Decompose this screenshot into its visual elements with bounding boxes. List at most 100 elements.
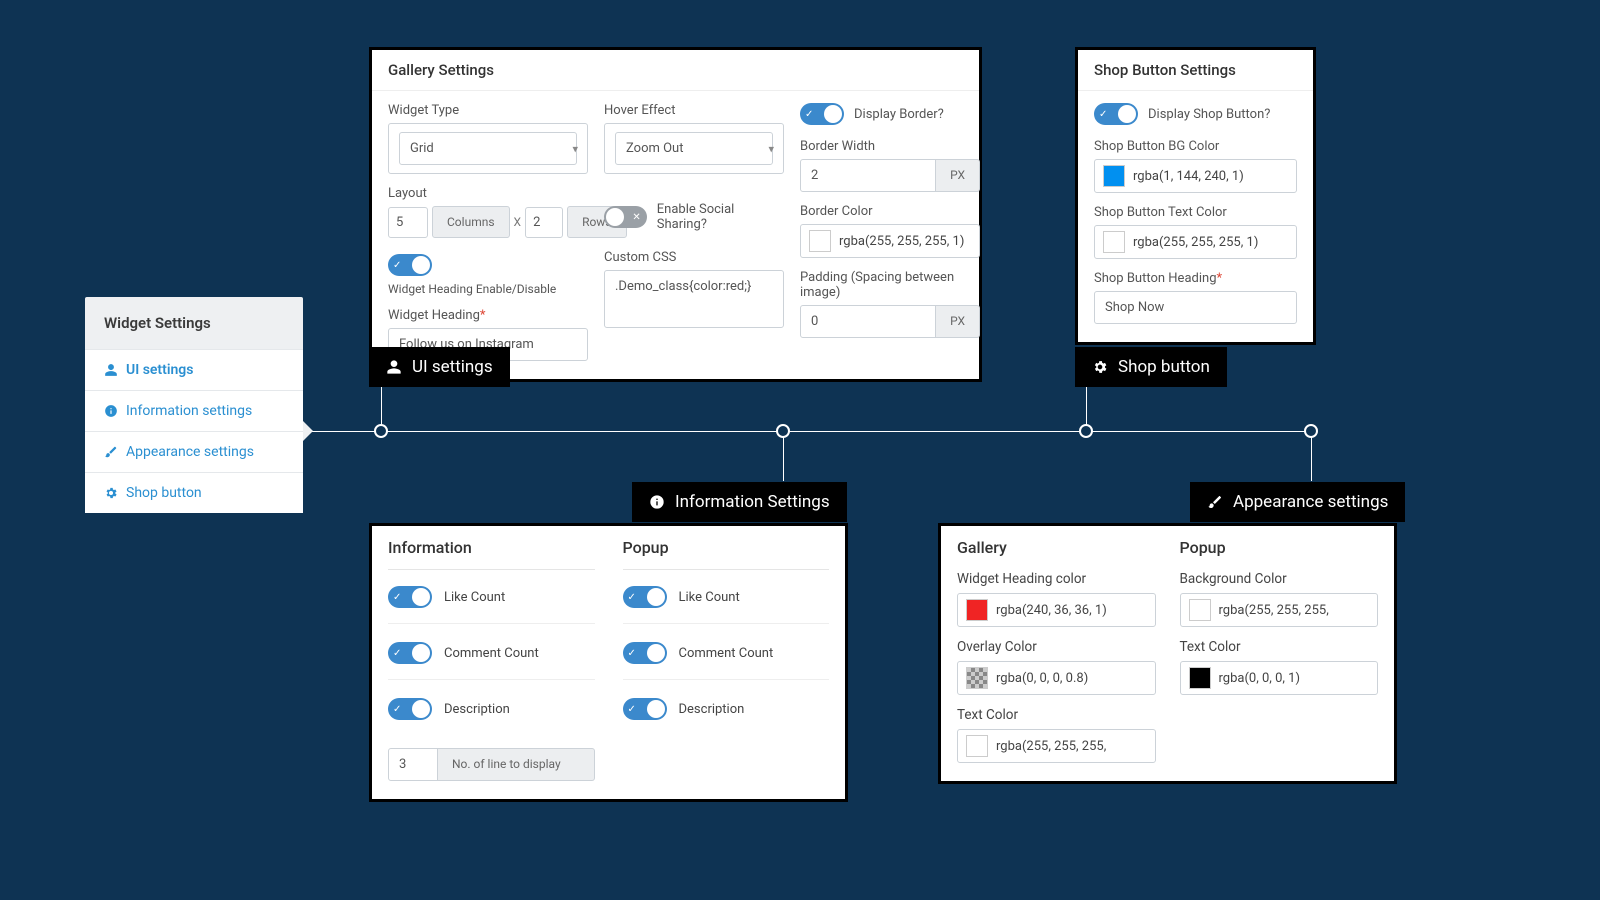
rows-input[interactable]	[525, 207, 563, 238]
gallery-settings-panel: Gallery Settings Widget Type Grid ▾ Layo…	[369, 47, 982, 382]
connector-v-info	[783, 431, 784, 481]
label-widget-heading: Widget Heading*	[388, 308, 588, 323]
label-enable-social: Enable Social Sharing?	[657, 202, 784, 232]
toggle-popup-like[interactable]: ✓	[623, 586, 667, 608]
info-icon	[649, 494, 665, 510]
sidebar-item-ui-settings[interactable]: UI settings	[85, 349, 303, 390]
label-hover-effect: Hover Effect	[604, 103, 784, 118]
input-padding[interactable]	[800, 305, 936, 338]
section-popup: Popup	[1180, 538, 1379, 557]
color-heading[interactable]: rgba(240, 36, 36, 1)	[957, 593, 1156, 627]
panel-title: Gallery Settings	[372, 50, 979, 91]
unit-px: PX	[936, 305, 980, 338]
user-icon	[104, 363, 118, 377]
label-heading-color: Widget Heading color	[957, 571, 1156, 587]
input-border-width[interactable]	[800, 159, 936, 192]
section-popup: Popup	[623, 538, 830, 570]
color-swatch	[1189, 599, 1211, 621]
toggle-popup-description[interactable]: ✓	[623, 698, 667, 720]
color-gallery-text[interactable]: rgba(255, 255, 255,	[957, 729, 1156, 763]
select-hover-effect[interactable]: Zoom Out ▾	[604, 123, 784, 174]
sidebar-item-label: UI settings	[126, 362, 193, 378]
label-comment-count: Comment Count	[679, 646, 774, 661]
sidebar-item-label: Appearance settings	[126, 444, 254, 460]
tag-appearance-settings: Appearance settings	[1190, 482, 1405, 522]
input-shop-heading[interactable]	[1094, 291, 1297, 324]
sidebar-item-appearance-settings[interactable]: Appearance settings	[85, 431, 303, 472]
node	[776, 424, 790, 438]
label-border-width: Border Width	[800, 139, 980, 154]
color-shop-bg[interactable]: rgba(1, 144, 240, 1)	[1094, 159, 1297, 193]
brush-icon	[1207, 494, 1223, 510]
color-border[interactable]: rgba(255, 255, 255, 1)	[800, 224, 980, 258]
layout-x: X	[514, 215, 522, 229]
color-swatch	[1103, 165, 1125, 187]
toggle-widget-heading[interactable]: ✓	[388, 254, 432, 276]
label-text-color: Text Color	[957, 707, 1156, 723]
info-icon	[104, 404, 118, 418]
toggle-display-shop[interactable]: ✓	[1094, 103, 1138, 125]
toggle-info-description[interactable]: ✓	[388, 698, 432, 720]
toggle-info-comment[interactable]: ✓	[388, 642, 432, 664]
gear-icon	[1092, 359, 1108, 375]
color-popup-bg[interactable]: rgba(255, 255, 255,	[1180, 593, 1379, 627]
label-like-count: Like Count	[679, 590, 740, 605]
color-swatch	[809, 230, 831, 252]
textarea-custom-css[interactable]: .Demo_class{color:red;}	[604, 270, 784, 328]
color-overlay[interactable]: rgba(0, 0, 0, 0.8)	[957, 661, 1156, 695]
label-popup-text-color: Text Color	[1180, 639, 1379, 655]
sidebar-item-shop-button[interactable]: Shop button	[85, 472, 303, 513]
node	[1079, 424, 1093, 438]
color-popup-text[interactable]: rgba(0, 0, 0, 1)	[1180, 661, 1379, 695]
label-shop-heading: Shop Button Heading*	[1094, 271, 1297, 286]
sidebar-item-information-settings[interactable]: Information settings	[85, 390, 303, 431]
sidebar-item-label: Shop button	[126, 485, 202, 501]
sidebar-arrow	[303, 421, 313, 441]
label-description: Description	[444, 702, 510, 717]
toggle-display-border[interactable]: ✓	[800, 103, 844, 125]
label-overlay-color: Overlay Color	[957, 639, 1156, 655]
gear-icon	[104, 486, 118, 500]
color-swatch	[966, 667, 988, 689]
node	[1304, 424, 1318, 438]
user-icon	[386, 359, 402, 375]
label-custom-css: Custom CSS	[604, 250, 784, 265]
section-information: Information	[388, 538, 595, 570]
label-layout: Layout	[388, 186, 588, 201]
tag-information-settings: Information Settings	[632, 482, 847, 522]
color-swatch	[1189, 667, 1211, 689]
color-swatch	[966, 599, 988, 621]
connector-horizontal	[303, 431, 1311, 432]
color-swatch	[966, 735, 988, 757]
connector-v-appearance	[1311, 431, 1312, 481]
widget-settings-sidebar: Widget Settings UI settings Information …	[85, 297, 303, 513]
panel-title: Shop Button Settings	[1078, 50, 1313, 91]
node	[374, 424, 388, 438]
label-bg-color: Background Color	[1180, 571, 1379, 587]
input-lines[interactable]	[388, 748, 438, 781]
select-widget-type[interactable]: Grid ▾	[388, 123, 588, 174]
label-widget-heading-toggle: Widget Heading Enable/Disable	[388, 282, 588, 296]
section-gallery: Gallery	[957, 538, 1156, 557]
unit-px: PX	[936, 159, 980, 192]
color-shop-text[interactable]: rgba(255, 255, 255, 1)	[1094, 225, 1297, 259]
columns-label: Columns	[432, 206, 510, 238]
label-description: Description	[679, 702, 745, 717]
sidebar-title: Widget Settings	[85, 297, 303, 349]
label-widget-type: Widget Type	[388, 103, 588, 118]
toggle-info-like[interactable]: ✓	[388, 586, 432, 608]
label-display-border: Display Border?	[854, 107, 944, 122]
toggle-popup-comment[interactable]: ✓	[623, 642, 667, 664]
lines-label: No. of line to display	[438, 748, 595, 781]
toggle-social-sharing[interactable]: ✕	[604, 206, 647, 228]
brush-icon	[104, 445, 118, 459]
label-padding: Padding (Spacing between image)	[800, 270, 980, 300]
color-swatch	[1103, 231, 1125, 253]
shop-button-panel: Shop Button Settings ✓ Display Shop Butt…	[1075, 47, 1316, 345]
appearance-panel: Gallery Widget Heading color rgba(240, 3…	[938, 523, 1397, 784]
label-like-count: Like Count	[444, 590, 505, 605]
tag-shop-button: Shop button	[1075, 347, 1227, 387]
information-panel: Information ✓ Like Count ✓ Comment Count ✓…	[369, 523, 848, 802]
columns-input[interactable]	[388, 207, 428, 238]
tag-ui-settings: UI settings	[369, 347, 510, 387]
